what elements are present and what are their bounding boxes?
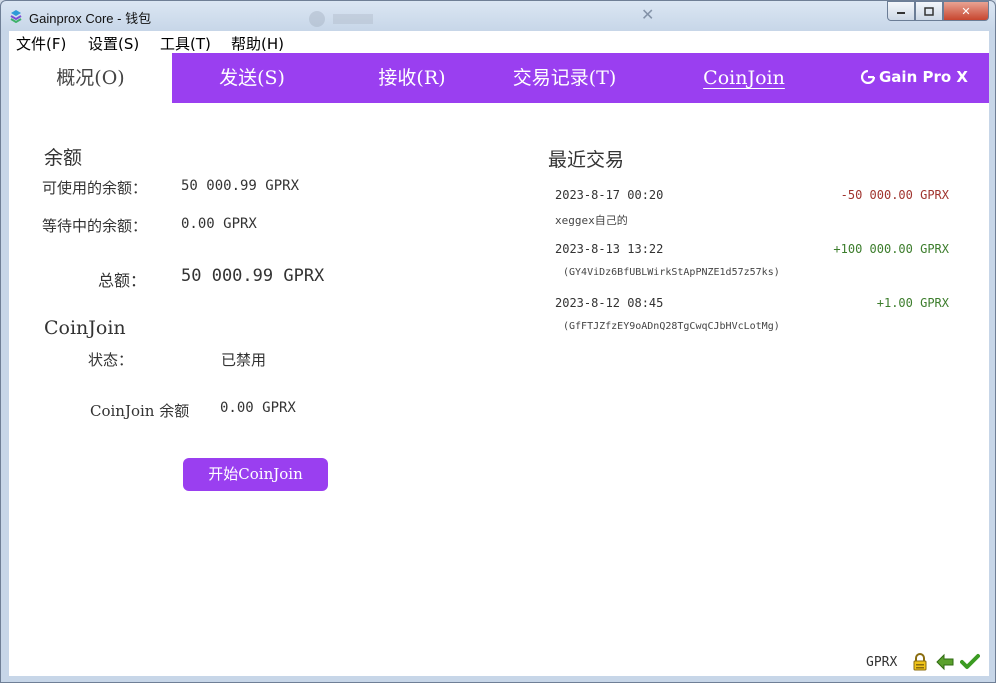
menu-help[interactable]: 帮助(H) [231,33,284,54]
app-window: Gainprox Core - 钱包 ✕ ✕ 文件(F) 设置(S) 工具(T)… [0,0,996,683]
background-close-icon: ✕ [641,5,655,24]
total-balance-label: 总额： [98,271,147,290]
coinjoin-status-label: 状态： [88,351,134,369]
tx-amount: +1.00 GPRX [876,296,949,310]
brand-name: Gain Pro X [879,68,968,86]
brand-logo: Gain Pro X [861,68,968,86]
menu-bar: 文件(F) 设置(S) 工具(T) 帮助(H) [9,31,989,54]
brand-icon [861,70,875,84]
status-bar: GPRX [9,649,989,676]
available-balance-label: 可使用的余额： [42,179,148,197]
coinjoin-status-value: 已禁用 [221,351,267,369]
tx-amount: -50 000.00 GPRX [840,188,949,202]
background-window-ghost [301,7,641,29]
available-balance-value: 50 000.99 GPRX [181,178,300,194]
minimize-button[interactable] [887,1,915,21]
start-coinjoin-button[interactable]: 开始CoinJoin [183,458,328,491]
unit-selector[interactable]: GPRX [866,655,897,670]
tx-amount: +100 000.00 GPRX [833,242,949,256]
tx-note: (GfFTJZfzEY9oADnQ28TgCwqCJbHVcLotMg) [563,321,780,332]
menu-settings[interactable]: 设置(S) [88,33,139,54]
connected-check-icon[interactable] [960,652,980,672]
client-area: 文件(F) 设置(S) 工具(T) 帮助(H) 概况(O) 发送(S) 接收(R… [9,31,989,676]
pending-balance-label: 等待中的余额： [42,217,148,235]
tab-overview[interactable]: 概况(O) [9,53,172,103]
pending-balance-value: 0.00 GPRX [181,216,257,232]
sync-arrow-icon[interactable] [935,652,955,672]
window-title: Gainprox Core - 钱包 [29,11,152,26]
window-controls: ✕ [887,1,989,21]
balances-title: 余额 [44,147,83,169]
lock-icon[interactable] [910,652,930,672]
maximize-button[interactable] [915,1,943,21]
coinjoin-balance-value: 0.00 GPRX [220,400,296,416]
close-button[interactable]: ✕ [943,1,989,21]
tx-note: (GY4ViDz6BfUBLWirkStApPNZE1d57z57ks) [563,267,780,278]
total-balance-value: 50 000.99 GPRX [181,266,325,286]
tx-date: 2023-8-17 00:20 [555,188,664,202]
tx-date: 2023-8-13 13:22 [555,242,664,256]
coinjoin-title: CoinJoin [44,317,126,339]
tab-receive[interactable]: 接收(R) [332,53,492,103]
tab-bar: 概况(O) 发送(S) 接收(R) 交易记录(T) CoinJoin Gain … [9,53,989,103]
tx-date: 2023-8-12 08:45 [555,296,664,310]
menu-tools[interactable]: 工具(T) [160,33,211,54]
recent-transactions-title: 最近交易 [548,149,625,171]
title-bar[interactable]: Gainprox Core - 钱包 ✕ ✕ [1,1,995,31]
app-logo-icon [9,8,23,24]
tab-transactions[interactable]: 交易记录(T) [492,53,637,103]
coinjoin-balance-label: CoinJoin 余额 [90,402,190,420]
menu-file[interactable]: 文件(F) [16,33,66,54]
tab-coinjoin[interactable]: CoinJoin [669,53,819,103]
tab-send[interactable]: 发送(S) [172,53,332,103]
tx-note: xeggex自己的 [555,214,628,227]
